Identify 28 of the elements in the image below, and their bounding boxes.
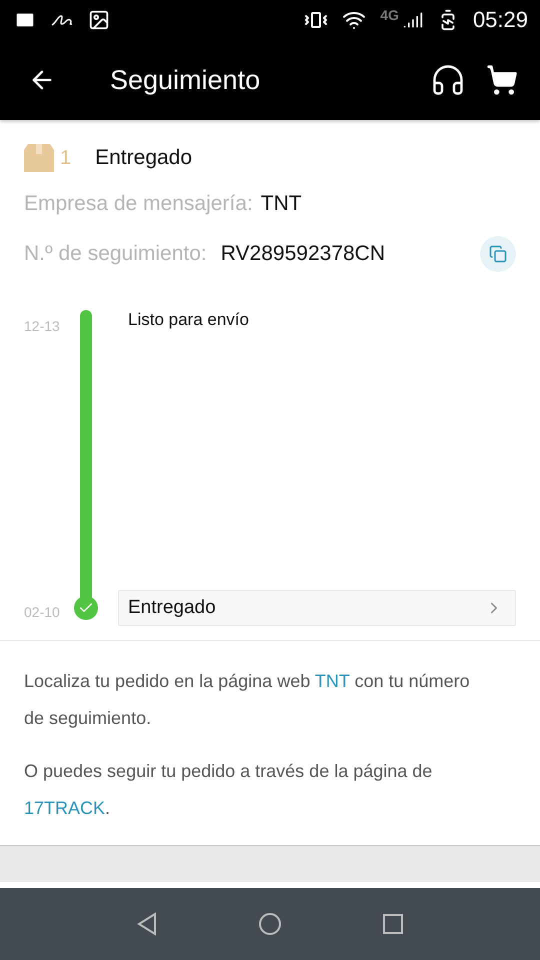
- tracking-label: N.º de seguimiento:: [24, 242, 207, 266]
- signature-icon: [50, 13, 74, 27]
- clock: 05:29: [472, 7, 528, 33]
- signal-icon: [402, 10, 423, 30]
- package-icon: [24, 144, 54, 172]
- web-link[interactable]: TNT: [314, 671, 350, 691]
- event-text: Listo para envío: [128, 310, 250, 330]
- home-button[interactable]: [258, 912, 282, 936]
- event-date: 12-13: [24, 318, 61, 334]
- web-link[interactable]: 17TRACK: [24, 798, 106, 818]
- carrier-label: Empresa de mensajería:: [24, 192, 253, 216]
- info-text: O puedes seguir tu pedido a través de la página de 17TRACK.: [24, 760, 434, 820]
- carrier-name: TNT: [260, 192, 302, 216]
- check-icon: [74, 596, 98, 620]
- copy-button[interactable]: [480, 236, 516, 272]
- image-icon: [88, 9, 110, 31]
- tracking-number: RV289592378CN: [220, 242, 386, 266]
- info-text: Localiza tu pedido en la página web TNT con tu número de seguimiento.: [24, 670, 470, 730]
- page-title: Seguimiento: [110, 64, 262, 96]
- back-nav-button[interactable]: [136, 912, 158, 936]
- delivery-status: Entregado: [95, 146, 192, 170]
- package-count: 1: [60, 146, 72, 170]
- recents-button[interactable]: [382, 913, 404, 935]
- cart-button[interactable]: [486, 64, 518, 96]
- event-card[interactable]: Entregado: [118, 590, 516, 626]
- network-type: 4G: [380, 7, 399, 23]
- event-date: 02-10: [24, 604, 61, 620]
- copy-icon: [489, 245, 507, 263]
